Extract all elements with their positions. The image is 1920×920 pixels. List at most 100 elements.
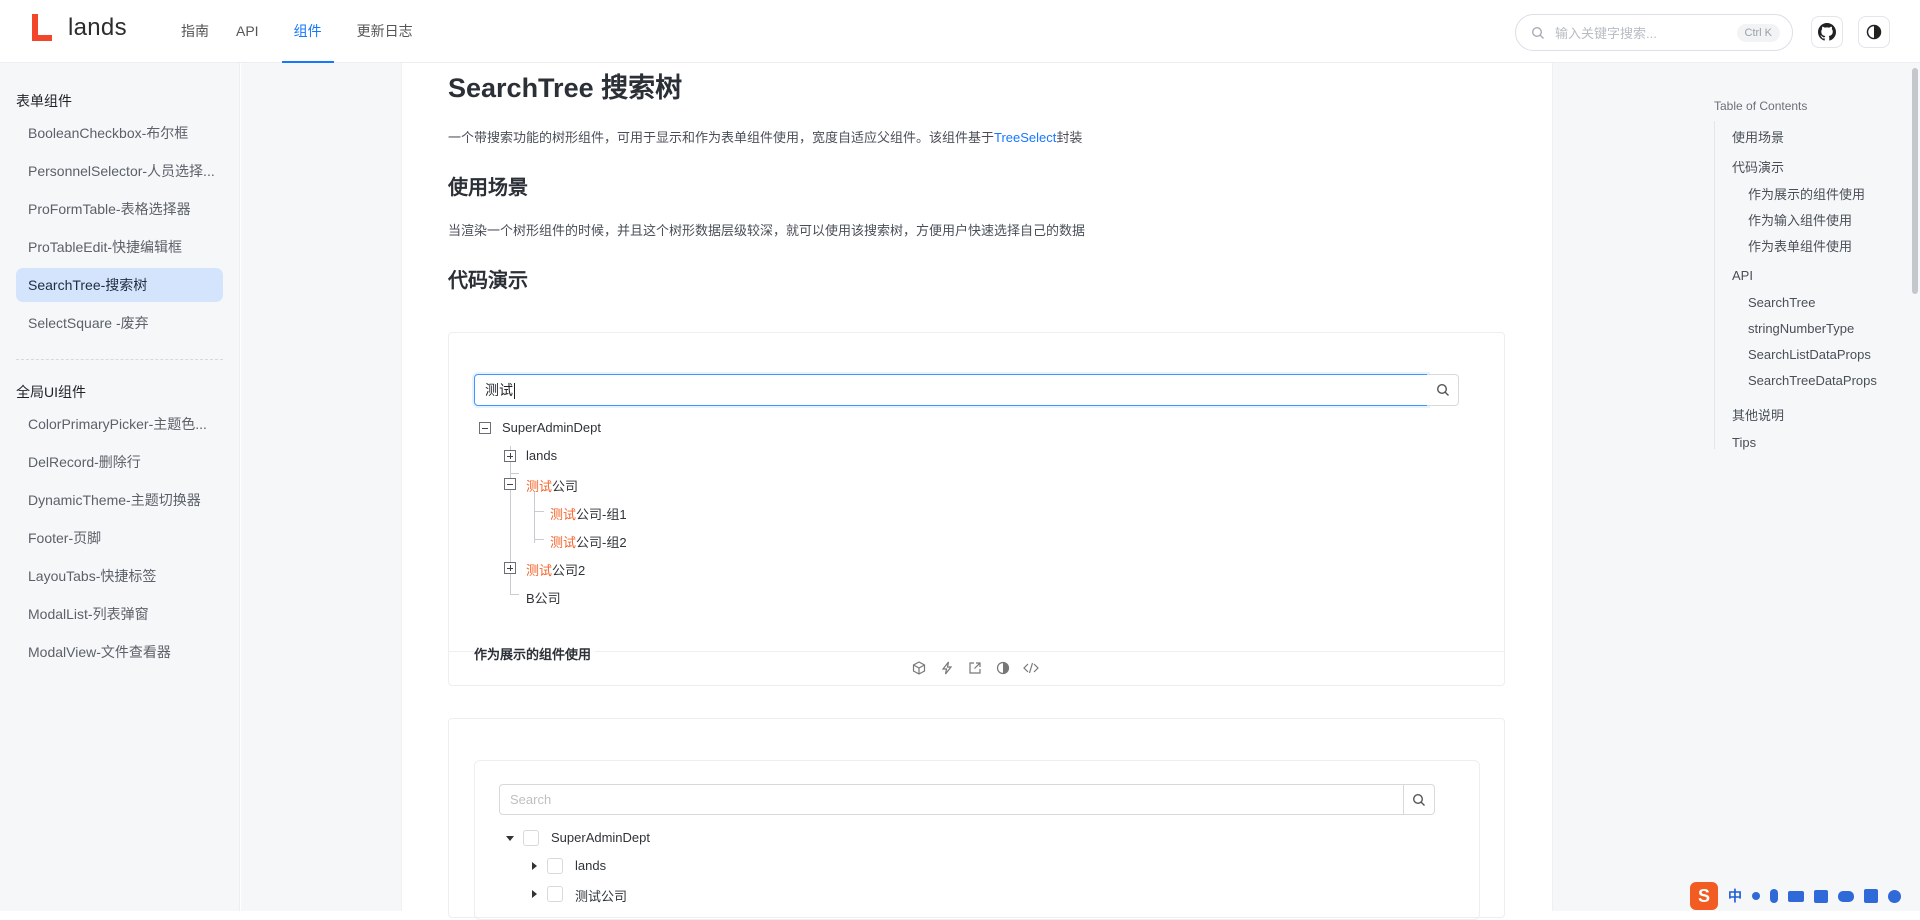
tree-line <box>510 473 511 595</box>
toc-item-other[interactable]: 其他说明 <box>1732 405 1784 424</box>
toc-item-api[interactable]: API <box>1732 268 1753 283</box>
sidebar-item-modalview[interactable]: ModalView-文件查看器 <box>16 635 223 669</box>
github-button[interactable] <box>1811 16 1843 48</box>
ime-toolbar[interactable]: S 中 <box>1690 882 1901 910</box>
content-gutter-left <box>241 63 401 911</box>
search-placeholder: 输入关键字搜索... <box>1555 26 1657 41</box>
theme-toggle-button[interactable] <box>1858 16 1890 48</box>
sidebar-item-delrecord[interactable]: DelRecord-删除行 <box>16 445 223 479</box>
caret-down-icon[interactable] <box>506 836 514 841</box>
github-icon <box>1818 23 1836 41</box>
sidebar-item-proformtable[interactable]: ProFormTable-表格选择器 <box>16 192 223 226</box>
toc-item-usage[interactable]: 使用场景 <box>1732 127 1784 146</box>
game-icon[interactable] <box>1838 890 1854 902</box>
toc-item-input[interactable]: 作为输入组件使用 <box>1748 210 1852 229</box>
tree-collapse-toggle[interactable] <box>479 422 491 434</box>
caret-right-icon[interactable] <box>532 862 537 870</box>
sidebar-item-selectsquare[interactable]: SelectSquare -废弃 <box>16 306 223 340</box>
theme-icon[interactable] <box>995 660 1011 676</box>
logo[interactable]: lands <box>28 14 127 42</box>
tree-checkbox[interactable] <box>523 830 539 846</box>
tree-node-lands-2[interactable]: lands <box>575 858 606 873</box>
tree-node-test-company[interactable]: 测试公司 <box>526 476 578 495</box>
sidebar-group-form: 表单组件 <box>16 93 72 109</box>
tree-node-b-company[interactable]: B公司 <box>526 588 561 607</box>
keyboard-icon[interactable] <box>1788 890 1804 902</box>
sidebar-item-booleancheckbox[interactable]: BooleanCheckbox-布尔框 <box>16 116 223 150</box>
skin-icon[interactable] <box>1814 889 1828 903</box>
tree-node-test-company-group2[interactable]: 测试公司-组2 <box>550 532 627 551</box>
main-nav: 指南 API 组件 更新日志 <box>181 0 440 63</box>
tree-search-value: 测试 <box>485 382 513 398</box>
nav-changelog[interactable]: 更新日志 <box>357 0 413 63</box>
toc-item-tips[interactable]: Tips <box>1732 435 1756 450</box>
tree-node-test-company-group1[interactable]: 测试公司-组1 <box>550 504 627 523</box>
toolbox-icon[interactable] <box>1864 889 1878 903</box>
search-icon <box>1436 383 1449 396</box>
nav-api[interactable]: API <box>236 0 259 63</box>
toc-item-stringnumbertype[interactable]: stringNumberType <box>1748 321 1854 336</box>
tree-checkbox[interactable] <box>547 886 563 902</box>
toc-item-form[interactable]: 作为表单组件使用 <box>1748 236 1852 255</box>
code-icon[interactable] <box>1023 660 1039 676</box>
toc-item-searchtree[interactable]: SearchTree <box>1748 295 1815 310</box>
tree-collapse-toggle[interactable] <box>504 478 516 490</box>
tree-search-input[interactable]: 测试 <box>474 374 1428 406</box>
tree-expand-toggle[interactable] <box>504 562 516 574</box>
toc-item-demo[interactable]: 代码演示 <box>1732 157 1784 176</box>
sidebar-item-modallist[interactable]: ModalList-列表弹窗 <box>16 597 223 631</box>
microphone-icon[interactable] <box>1770 889 1778 903</box>
tree-expand-toggle[interactable] <box>504 450 516 462</box>
settings-icon[interactable] <box>1888 889 1901 903</box>
ime-mode[interactable]: 中 <box>1728 886 1742 906</box>
search-icon <box>1531 26 1544 39</box>
nav-components[interactable]: 组件 <box>281 0 334 63</box>
sidebar-item-protableedit[interactable]: ProTableEdit-快捷编辑框 <box>16 230 223 264</box>
tree-node-test-company2[interactable]: 测试公司2 <box>526 560 585 579</box>
punctuation-icon[interactable] <box>1752 892 1760 900</box>
sidebar-item-dynamictheme[interactable]: DynamicTheme-主题切换器 <box>16 483 223 517</box>
sidebar-item-layoutabs[interactable]: LayouTabs-快捷标签 <box>16 559 223 593</box>
stackblitz-icon[interactable] <box>939 660 955 676</box>
toc-item-display[interactable]: 作为展示的组件使用 <box>1748 184 1865 203</box>
caret-right-icon[interactable] <box>532 890 537 898</box>
search-highlight: 测试 <box>526 563 553 578</box>
sidebar-item-footer[interactable]: Footer-页脚 <box>16 521 223 555</box>
top-navbar: lands 指南 API 组件 更新日志 输入关键字搜索... Ctrl K <box>0 0 1920 63</box>
sidebar-item-searchtree[interactable]: SearchTree-搜索树 <box>16 268 223 302</box>
open-external-icon[interactable] <box>967 660 983 676</box>
codesandbox-icon[interactable] <box>911 660 927 676</box>
tree-search-input-2[interactable]: Search <box>499 784 1404 815</box>
tree-search-button[interactable] <box>1427 374 1459 406</box>
tree-node-test-company-3[interactable]: 测试公司 <box>575 886 627 905</box>
ime-logo[interactable]: S <box>1690 882 1718 910</box>
toc-track <box>1714 121 1715 449</box>
tree-search-button-2[interactable] <box>1403 784 1435 815</box>
demo-actions <box>911 660 1039 676</box>
intro-text: 一个带搜索功能的树形组件，可用于显示和作为表单组件使用，宽度自适应父组件。该组件… <box>448 130 995 145</box>
toc-item-searchtreedataprops[interactable]: SearchTreeDataProps <box>1748 373 1877 388</box>
site-search[interactable]: 输入关键字搜索... Ctrl K <box>1515 14 1793 51</box>
nav-guide[interactable]: 指南 <box>181 0 209 63</box>
tree-line <box>534 539 544 540</box>
section-demo-title: 代码演示 <box>448 270 528 292</box>
tree-node-text: 公司-组2 <box>576 535 627 550</box>
tree-line <box>534 511 544 512</box>
demo-title: 作为展示的组件使用 <box>474 644 596 663</box>
intro-text-end: 封装 <box>1056 130 1083 145</box>
tree-checkbox[interactable] <box>547 858 563 874</box>
search-shortcut: Ctrl K <box>1736 23 1780 42</box>
demo-divider <box>449 651 1504 652</box>
toc-item-searchlistdataprops[interactable]: SearchListDataProps <box>1748 347 1871 362</box>
sidebar-item-personnelselector[interactable]: PersonnelSelector-人员选择... <box>16 154 223 188</box>
toc-title: Table of Contents <box>1714 99 1808 113</box>
sidebar-group-global-ui: 全局UI组件 <box>16 384 86 400</box>
sidebar-divider <box>16 359 223 360</box>
page-scrollbar[interactable] <box>1912 68 1918 294</box>
sidebar-item-colorprimarypicker[interactable]: ColorPrimaryPicker-主题色... <box>16 407 223 441</box>
treeselect-link[interactable]: TreeSelect <box>994 130 1056 145</box>
search-icon <box>1412 793 1425 806</box>
tree-node-superadmindept-2[interactable]: SuperAdminDept <box>551 830 650 845</box>
tree-node-superadmindept[interactable]: SuperAdminDept <box>502 420 601 435</box>
tree-node-lands[interactable]: lands <box>526 448 557 463</box>
